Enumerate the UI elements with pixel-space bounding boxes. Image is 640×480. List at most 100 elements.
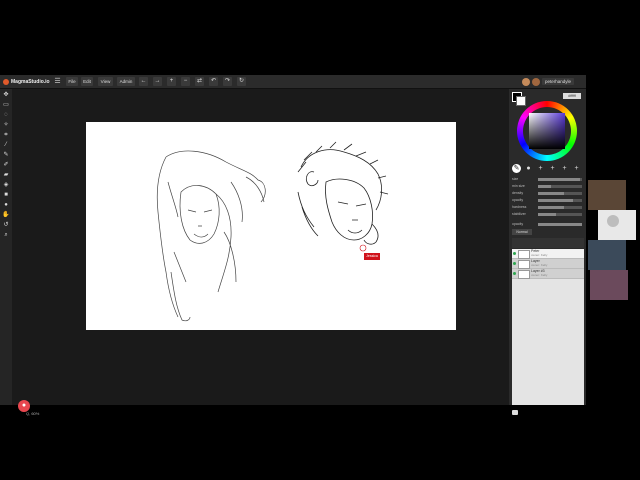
slider-min-size[interactable]: min size <box>512 184 584 189</box>
slider-fill <box>538 206 565 209</box>
person-placeholder-icon <box>607 215 619 227</box>
right-panel: #ffffff ✎ ● + + + + size min size densit… <box>509 89 586 405</box>
hand-icon[interactable]: ✋ <box>2 211 10 219</box>
slider-track[interactable] <box>538 199 582 202</box>
circle-icon[interactable]: ● <box>2 201 10 209</box>
slider-fill <box>538 213 556 216</box>
slider-density[interactable]: density <box>512 191 584 196</box>
slider-fill <box>538 192 565 195</box>
tiger-sketch <box>156 150 266 322</box>
video-thumbnail <box>598 210 636 240</box>
slider-track[interactable] <box>538 192 582 195</box>
brush-presets: ✎ ● + + + + <box>512 164 584 174</box>
layer-toolbar <box>512 238 584 248</box>
menu-admin[interactable]: Admin <box>117 77 135 86</box>
select-rect-icon[interactable]: ▭ <box>2 101 10 109</box>
visibility-icon[interactable] <box>513 252 516 255</box>
fill-icon[interactable]: ◈ <box>2 181 10 189</box>
brush-icon[interactable]: ✐ <box>2 161 10 169</box>
visibility-icon[interactable] <box>513 272 516 275</box>
add-brush-icon[interactable]: + <box>548 164 557 173</box>
select-magic-icon[interactable]: ✧ <box>2 121 10 129</box>
menu-view[interactable]: View <box>98 77 113 86</box>
layer-opacity-label: opacity <box>512 222 524 226</box>
slider-track[interactable] <box>538 178 582 181</box>
brush-preset-selected[interactable]: ✎ <box>512 164 521 173</box>
drawing-canvas[interactable]: Jessica <box>86 122 456 330</box>
slider-size[interactable]: size <box>512 177 584 182</box>
hex-color-field[interactable]: #ffffff <box>563 93 581 99</box>
rotate-view-icon[interactable]: ↺ <box>2 221 10 229</box>
zoom-out-icon[interactable]: − <box>181 77 190 86</box>
flip-icon[interactable]: ⇄ <box>195 77 204 86</box>
add-brush-icon[interactable]: + <box>572 164 581 173</box>
user-cursor-icon <box>359 244 367 252</box>
arrow-right-icon[interactable]: → <box>153 77 162 86</box>
video-thumbnail <box>588 180 626 210</box>
undo-icon[interactable]: ↶ <box>209 77 218 86</box>
slider-stabilizer[interactable]: stabilizer <box>512 212 584 217</box>
slider-track[interactable] <box>538 206 582 209</box>
select-lasso-icon[interactable]: ◌ <box>2 111 10 119</box>
menu-file[interactable]: File <box>66 77 78 86</box>
menu-edit[interactable]: Edit <box>81 77 93 86</box>
avatar <box>522 77 530 86</box>
slider-fill <box>538 185 552 188</box>
slider-track[interactable] <box>538 223 582 226</box>
arrow-left-icon[interactable]: ← <box>139 77 148 86</box>
slider-hardness[interactable]: hardness <box>512 205 584 210</box>
app-title: MagmaStudio.io <box>11 78 50 85</box>
zoom-in-icon[interactable]: + <box>167 77 176 86</box>
crop-icon[interactable]: ⌗ <box>2 131 10 139</box>
brush-preset-icon[interactable]: ● <box>524 164 533 173</box>
add-brush-icon[interactable]: + <box>536 164 545 173</box>
slider-label: opacity <box>512 198 524 202</box>
slider-label: density <box>512 191 524 195</box>
user-info[interactable]: peterhandyle <box>522 76 575 87</box>
visibility-icon[interactable] <box>513 262 516 265</box>
slider-label: size <box>512 177 519 181</box>
canvas-area[interactable]: Jessica ● Q, 60% <box>12 89 518 416</box>
redo-icon[interactable]: ↷ <box>223 77 232 86</box>
slider-track[interactable] <box>538 185 582 188</box>
layer-item[interactable]: Layer owner: Kelly <box>512 259 584 269</box>
magmastudio-app: MagmaStudio.io ☰ File Edit View Admin ← … <box>0 75 586 416</box>
username: peterhandyle <box>542 78 575 85</box>
app-logo[interactable]: MagmaStudio.io <box>3 77 50 86</box>
hamburger-menu-icon[interactable]: ☰ <box>53 77 62 86</box>
shape-icon[interactable]: ■ <box>2 191 10 199</box>
eraser-icon[interactable]: ▰ <box>2 171 10 179</box>
zoom-icon[interactable]: ⌕ <box>2 231 10 239</box>
add-brush-icon[interactable]: + <box>560 164 569 173</box>
magma-logo-icon <box>3 78 9 85</box>
collaborator-name-tag: Jessica <box>364 253 380 260</box>
slider-opacity[interactable]: opacity <box>512 198 584 203</box>
layer-opacity[interactable]: opacity <box>512 222 584 227</box>
slider-fill <box>538 199 574 202</box>
slider-fill <box>538 223 582 226</box>
rotate-icon[interactable]: ↻ <box>237 77 246 86</box>
slider-label: stabilizer <box>512 212 526 216</box>
layer-owner: owner: Kelly <box>531 253 548 257</box>
background-color-swatch[interactable] <box>516 96 526 106</box>
layers-panel: Peter owner: Kelly Layer owner: Kelly La… <box>512 249 584 405</box>
layer-owner: owner: Kelly <box>531 273 548 277</box>
slider-track[interactable] <box>538 213 582 216</box>
video-thumbnail <box>590 270 628 300</box>
layer-item[interactable]: Peter owner: Kelly <box>512 249 584 259</box>
chat-icon[interactable] <box>512 410 518 415</box>
layer-thumbnail <box>518 250 530 259</box>
zoom-level: Q, 60% <box>26 411 40 416</box>
layer-item[interactable]: Layer #3 owner: Kelly <box>512 269 584 279</box>
saturation-value-picker[interactable] <box>529 113 565 149</box>
slider-label: hardness <box>512 205 527 209</box>
lion-sketch <box>297 141 389 245</box>
pencil-icon[interactable]: ✎ <box>2 151 10 159</box>
sketch-drawing <box>156 141 389 322</box>
move-icon[interactable]: ✥ <box>2 91 10 99</box>
layer-owner: owner: Kelly <box>531 263 548 267</box>
layer-thumbnail <box>518 270 530 279</box>
slider-label: min size <box>512 184 525 188</box>
blend-mode-select[interactable]: Normal <box>512 229 532 235</box>
eyedropper-icon[interactable]: ⁄ <box>2 141 10 149</box>
